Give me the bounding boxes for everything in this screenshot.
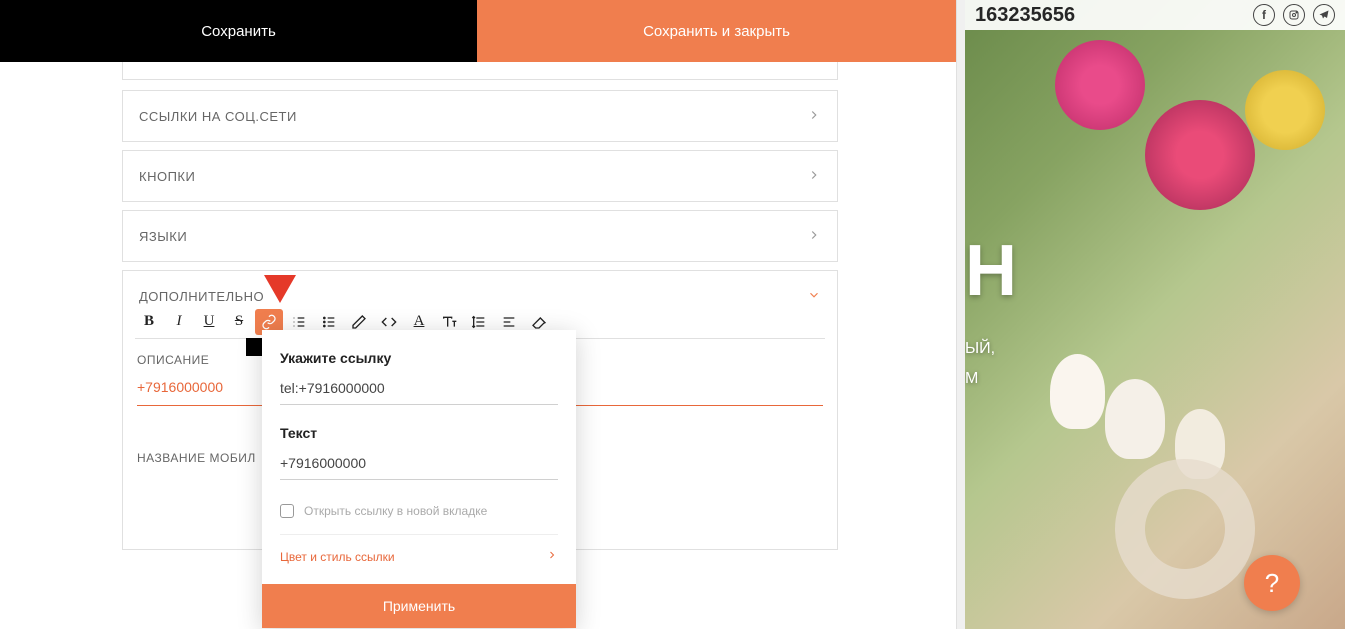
telegram-icon[interactable]: [1313, 4, 1335, 26]
open-new-tab-checkbox[interactable]: [280, 504, 294, 518]
chevron-right-icon: [807, 168, 821, 185]
link-style-row[interactable]: Цвет и стиль ссылки: [280, 534, 558, 574]
preview-text-fragment-2: М: [965, 370, 978, 388]
save-button[interactable]: Сохранить: [0, 0, 477, 62]
preview-background-image: [965, 0, 1345, 629]
link-style-label: Цвет и стиль ссылки: [280, 550, 395, 564]
instagram-icon[interactable]: [1283, 4, 1305, 26]
chevron-right-icon: [807, 108, 821, 125]
description-label: ОПИСАНИЕ: [137, 353, 209, 367]
underline-button[interactable]: U: [195, 309, 223, 335]
mobile-name-label: НАЗВАНИЕ МОБИЛ: [137, 451, 256, 465]
panel-buttons-label: КНОПКИ: [139, 169, 195, 184]
bold-button[interactable]: B: [135, 309, 163, 335]
preview-phone: 163235656: [975, 4, 1075, 27]
italic-button[interactable]: I: [165, 309, 193, 335]
facebook-icon[interactable]: f: [1253, 4, 1275, 26]
chevron-down-icon: [807, 288, 821, 305]
apply-button[interactable]: Применить: [262, 584, 576, 628]
link-text-label: Текст: [280, 425, 558, 441]
link-url-input[interactable]: [280, 376, 558, 405]
save-close-button[interactable]: Сохранить и закрыть: [477, 0, 956, 62]
preview-heading-fragment: Н: [965, 230, 1017, 312]
panel-additional-label: ДОПОЛНИТЕЛЬНО: [139, 289, 264, 304]
preview-text-fragment-1: ЫЙ,: [965, 340, 995, 358]
chevron-right-icon: [546, 549, 558, 564]
link-text-input[interactable]: [280, 451, 558, 480]
panel-buttons[interactable]: КНОПКИ: [122, 150, 838, 202]
link-popup: Укажите ссылку Текст Открыть ссылку в но…: [262, 330, 576, 628]
panel-social-links[interactable]: ССЫЛКИ НА СОЦ.СЕТИ: [122, 90, 838, 142]
open-new-tab-label: Открыть ссылку в новой вкладке: [304, 504, 487, 518]
panel-languages-label: ЯЗЫКИ: [139, 229, 187, 244]
link-url-label: Укажите ссылку: [280, 350, 558, 366]
chevron-right-icon: [807, 228, 821, 245]
panel-fragment: [122, 62, 838, 80]
editor-scrollbar[interactable]: [956, 0, 965, 629]
site-preview: 163235656 f Н ЫЙ, М: [965, 0, 1345, 629]
panel-languages[interactable]: ЯЗЫКИ: [122, 210, 838, 262]
panel-social-label: ССЫЛКИ НА СОЦ.СЕТИ: [139, 109, 297, 124]
help-button[interactable]: ?: [1244, 555, 1300, 611]
strike-button[interactable]: S: [225, 309, 253, 335]
